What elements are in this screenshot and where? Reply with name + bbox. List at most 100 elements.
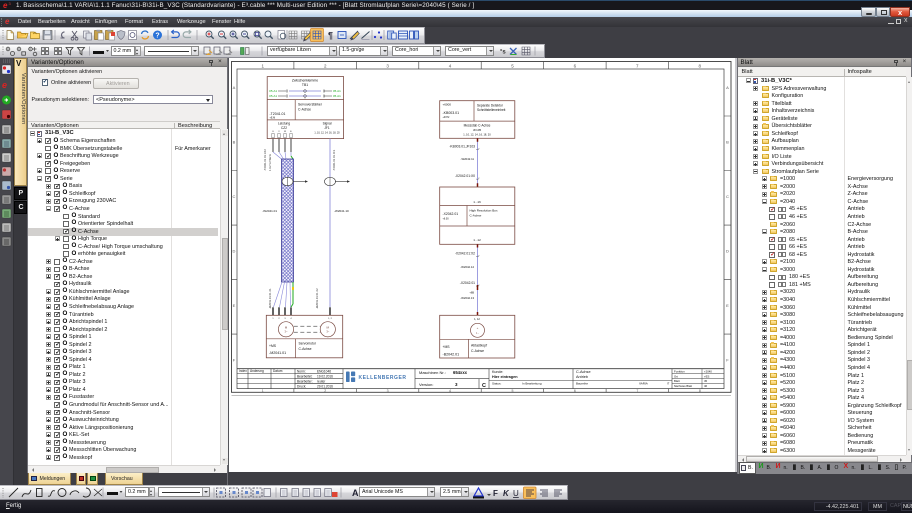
svg-text:-M2041.01 01 X2: -M2041.01 01 X2: [315, 288, 319, 309]
svg-text:reuter: reuter: [317, 379, 326, 383]
svg-text:In Bearbeitung: In Bearbeitung: [522, 382, 542, 386]
svg-text:8: 8: [699, 64, 702, 69]
svg-text:1...12: 1...12: [473, 238, 481, 242]
svg-text:6: 6: [574, 64, 577, 69]
svg-text:3~: 3~: [285, 330, 288, 334]
svg-text:C-Achse: C-Achse: [576, 370, 591, 374]
svg-text:Servomotor: Servomotor: [299, 342, 317, 346]
svg-text:1: 1: [262, 389, 264, 393]
svg-text:6: 6: [574, 389, 576, 393]
svg-text:5: 5: [511, 64, 514, 69]
svg-text:E: E: [290, 131, 292, 133]
svg-text:1...16: 1...16: [473, 200, 481, 204]
svg-text:C: C: [233, 194, 236, 199]
svg-text:F: F: [233, 357, 236, 362]
svg-text:e: e: [2, 80, 7, 90]
svg-text:VARIA: VARIA: [639, 382, 648, 386]
svg-text:4: 4: [449, 64, 452, 69]
svg-text:K: K: [503, 489, 510, 498]
svg-text:High Resolution Box: High Resolution Box: [470, 209, 498, 213]
svg-text:TB1: TB1: [302, 83, 308, 87]
svg-text:19.02.2016: 19.02.2016: [317, 375, 333, 379]
svg-text:A: A: [233, 85, 236, 90]
svg-text:-W2041.10: -W2041.10: [334, 209, 349, 213]
svg-text:Schnittstelleneinheit: Schnittstelleneinheit: [477, 108, 505, 112]
svg-text:Zwischenklemme: Zwischenklemme: [292, 79, 318, 83]
svg-text:o: o: [7, 47, 9, 51]
svg-text:F: F: [493, 489, 498, 498]
svg-text:-W2042.12: -W2042.12: [460, 265, 474, 269]
svg-text:Hier eintragen: Hier eintragen: [492, 375, 518, 379]
svg-text:-W2042.11: -W2042.11: [461, 157, 475, 161]
svg-text:D: D: [233, 248, 236, 253]
svg-text:Ort: Ort: [674, 374, 678, 378]
svg-text:-X2042.01:X2: -X2042.01:X2: [455, 252, 475, 256]
svg-text:-T2041.01 01 CZ2: -T2041.01 01 CZ2: [263, 149, 267, 171]
svg-text:3: 3: [284, 318, 286, 320]
svg-text:+6B: +6B: [469, 291, 474, 295]
svg-text:-M2041.01 01 X1: -M2041.01 01 X1: [268, 288, 272, 309]
svg-text:KELLENBERGER: KELLENBERGER: [359, 375, 407, 381]
svg-text:F: F: [726, 357, 729, 362]
svg-text:1, 12: 1, 12: [474, 317, 480, 321]
svg-text:A: A: [726, 85, 729, 90]
svg-text:o: o: [18, 47, 20, 51]
svg-text:Norm:: Norm:: [297, 370, 306, 374]
svg-text:29.01.2016: 29.01.2016: [317, 384, 333, 388]
svg-text:Druck:: Druck:: [297, 384, 306, 388]
svg-text:7: 7: [636, 64, 639, 69]
svg-text:3: 3: [387, 389, 389, 393]
svg-text:Funktion: Funktion: [674, 369, 685, 373]
svg-text:Status:: Status:: [492, 382, 502, 386]
svg-text:B: B: [726, 139, 729, 144]
svg-text:-W2041.01: -W2041.01: [262, 209, 277, 213]
svg-text:1: 1: [272, 318, 274, 320]
svg-text:Separate Detektor: Separate Detektor: [477, 104, 504, 108]
svg-text:5: 5: [512, 389, 514, 393]
svg-text:JF105: JF105: [473, 128, 482, 132]
svg-text:Messstab C-Achse: Messstab C-Achse: [464, 124, 491, 128]
svg-text:M: M: [285, 326, 288, 330]
svg-text:Änderung: Änderung: [250, 369, 264, 373]
svg-text:4: 4: [449, 389, 451, 393]
svg-text:+ES: +ES: [704, 374, 709, 378]
svg-text:Datum: Datum: [273, 369, 283, 373]
svg-text:o: o: [29, 47, 31, 51]
svg-text:C-Achse: C-Achse: [299, 347, 312, 351]
svg-text:-X2042.01: -X2042.01: [443, 212, 459, 216]
svg-text:3: 3: [386, 64, 389, 69]
svg-text:1, 2: 1, 2: [328, 318, 332, 320]
svg-text:+: +: [477, 326, 479, 330]
svg-text:+6.00: +6.00: [443, 218, 450, 221]
svg-text:+6000: +6000: [443, 103, 452, 107]
svg-text:W: W: [284, 131, 287, 133]
svg-text:D: D: [726, 248, 729, 253]
svg-text:7: 7: [636, 389, 638, 393]
svg-text:654xxx: 654xxx: [453, 370, 468, 375]
svg-text:2: 2: [278, 318, 280, 320]
svg-text:C-Achse: C-Achse: [470, 214, 482, 218]
svg-text:+R.H2: +R.H2: [443, 116, 451, 119]
svg-text:C-Achse: C-Achse: [298, 108, 311, 112]
svg-text:46: 46: [704, 384, 708, 388]
svg-text:2: 2: [324, 64, 327, 69]
svg-text:C: C: [726, 194, 729, 199]
svg-text:05.A1: 05.A1: [269, 89, 277, 93]
svg-text:Index: Index: [239, 369, 247, 373]
svg-text:-M2041.01: -M2041.01: [269, 351, 286, 355]
svg-text:B: B: [233, 139, 236, 144]
svg-text:Antrieb: Antrieb: [576, 375, 588, 379]
svg-text:4: 4: [290, 318, 292, 320]
svg-text:Maschinen Nr.:: Maschinen Nr.:: [419, 370, 446, 375]
svg-text:-X2042.01:X0: -X2042.01:X0: [455, 174, 475, 178]
svg-text:°s: °s: [500, 49, 506, 55]
svg-text:3~: 3~: [326, 330, 329, 334]
svg-text:A: A: [352, 488, 359, 498]
svg-text:1 U2 V2 W2 E: 1 U2 V2 W2 E: [268, 154, 272, 171]
svg-text:-T2041.01 01 JF1: -T2041.01 01 JF1: [332, 149, 336, 171]
svg-text:05.A1: 05.A1: [269, 94, 277, 98]
svg-text:1 -: 1 -: [476, 332, 479, 335]
svg-text:05.A1: 05.A1: [333, 94, 341, 98]
svg-text:05.A1: 05.A1: [333, 89, 341, 93]
svg-text:+E.M: +E.M: [270, 117, 276, 120]
